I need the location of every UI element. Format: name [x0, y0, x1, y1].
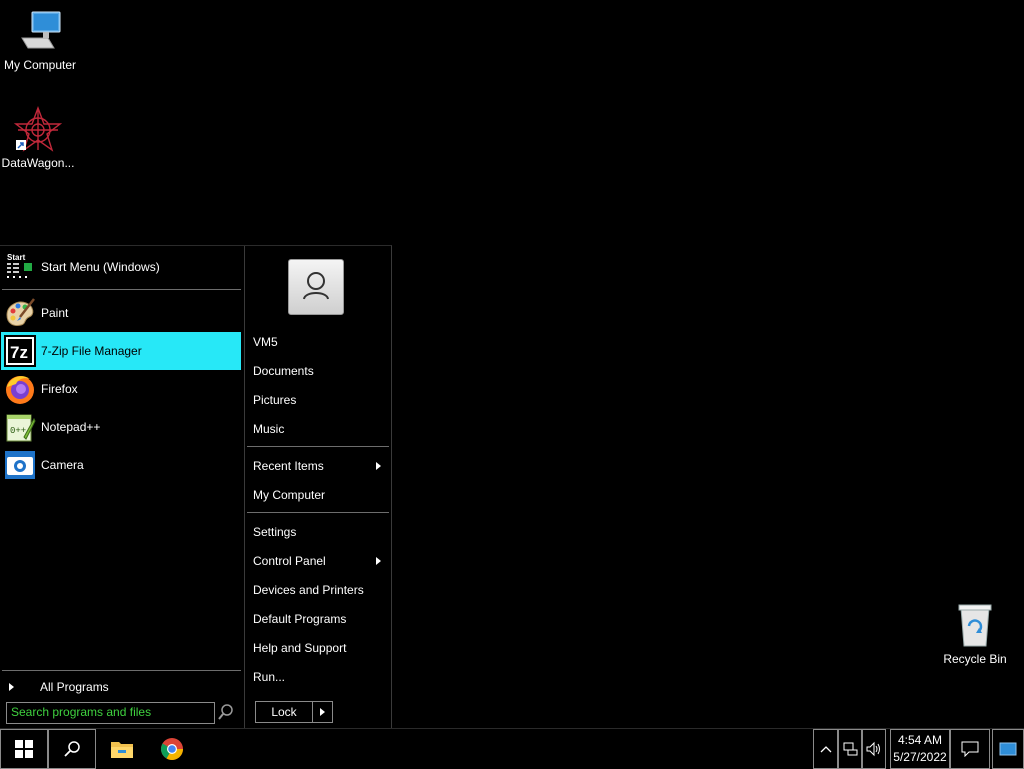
svg-text:0++: 0++	[10, 426, 26, 436]
7zip-icon: 7z	[4, 335, 36, 367]
control-panel-label: Control Panel	[253, 554, 326, 568]
program-label: Notepad++	[41, 420, 101, 434]
camera-icon	[4, 449, 36, 481]
shutdown-options-button[interactable]	[313, 702, 332, 722]
show-desktop-icon	[999, 742, 1017, 756]
separator	[247, 446, 389, 447]
chevron-right-icon	[320, 708, 325, 716]
separator	[2, 289, 241, 290]
places-item-recent-items[interactable]: Recent Items	[253, 455, 385, 477]
program-item-7zip[interactable]: 7z 7-Zip File Manager	[1, 332, 241, 370]
lock-button-group: Lock	[255, 701, 333, 723]
start-menu-icon: Start	[4, 251, 36, 283]
clock-button[interactable]: 4:54 AM 5/27/2022	[890, 729, 950, 769]
user-avatar-icon[interactable]	[288, 259, 344, 315]
separator	[247, 512, 389, 513]
lock-button[interactable]: Lock	[256, 702, 313, 722]
volume-tray-button[interactable]	[862, 729, 886, 769]
places-item-music[interactable]: Music	[253, 418, 385, 440]
recent-items-label: Recent Items	[253, 459, 324, 473]
start-menu-icon-text: Start	[7, 253, 26, 262]
recycle-bin-icon	[951, 602, 999, 650]
program-item-firefox[interactable]: Firefox	[1, 370, 241, 408]
start-menu-header[interactable]: Start Start Menu (Windows)	[1, 248, 241, 286]
program-item-paint[interactable]: Paint	[1, 294, 241, 332]
network-tray-button[interactable]	[838, 729, 862, 769]
program-label: Camera	[41, 458, 84, 472]
program-label: Firefox	[41, 382, 78, 396]
datawagon-shortcut-icon	[13, 106, 63, 154]
taskbar-chrome[interactable]	[148, 729, 196, 769]
chevron-up-icon	[820, 746, 831, 753]
show-hidden-icons-button[interactable]	[813, 729, 838, 769]
taskbar: 4:54 AM 5/27/2022	[0, 728, 1024, 769]
start-menu-header-label: Start Menu (Windows)	[41, 260, 160, 274]
search-icon[interactable]	[217, 703, 235, 721]
separator	[2, 670, 241, 671]
taskbar-file-explorer[interactable]	[98, 729, 146, 769]
desktop-icon-datawagon[interactable]: DataWagon...	[0, 106, 78, 170]
paint-icon	[4, 297, 36, 329]
places-item-help-support[interactable]: Help and Support	[253, 637, 385, 659]
computer-icon	[16, 8, 64, 56]
chrome-icon	[161, 738, 183, 760]
program-item-notepadpp[interactable]: 0++ Notepad++	[1, 408, 241, 446]
places-item-documents[interactable]: Documents	[253, 360, 385, 382]
clock-time: 4:54 AM	[897, 733, 943, 747]
places-item-my-computer[interactable]: My Computer	[253, 484, 385, 506]
notification-icon	[961, 741, 979, 757]
notepadpp-icon: 0++	[4, 411, 36, 443]
places-item-default-programs[interactable]: Default Programs	[253, 608, 385, 630]
folder-icon	[111, 742, 133, 758]
desktop-icon-recycle-bin[interactable]: Recycle Bin	[935, 602, 1015, 666]
chevron-right-icon	[9, 683, 14, 691]
firefox-icon	[4, 373, 36, 405]
show-desktop-button[interactable]	[992, 729, 1024, 769]
clock-date: 5/27/2022	[893, 750, 947, 764]
program-label: 7-Zip File Manager	[41, 344, 142, 358]
places-item-pictures[interactable]: Pictures	[253, 389, 385, 411]
program-label: Paint	[41, 306, 69, 320]
places-item-run[interactable]: Run...	[253, 666, 385, 688]
all-programs-label: All Programs	[40, 680, 109, 694]
search-box[interactable]	[6, 702, 215, 724]
start-menu-places-pane: VM5 Documents Pictures Music Recent Item…	[244, 246, 392, 729]
desktop-icon-my-computer[interactable]: My Computer	[0, 8, 80, 72]
chevron-right-icon	[376, 557, 381, 565]
places-item-control-panel[interactable]: Control Panel	[253, 550, 385, 572]
desktop-icon-label: My Computer	[3, 58, 77, 72]
places-item-vm5[interactable]: VM5	[253, 331, 385, 353]
start-menu: Start Start Menu (Windows) Paint 7z 7-Zi…	[0, 245, 392, 729]
windows-logo-icon	[15, 740, 33, 758]
action-center-button[interactable]	[950, 729, 990, 769]
network-icon	[843, 742, 858, 756]
search-icon	[64, 741, 80, 757]
desktop-icon-label: DataWagon...	[1, 156, 75, 170]
places-item-devices-printers[interactable]: Devices and Printers	[253, 579, 385, 601]
search-button[interactable]	[48, 729, 96, 769]
volume-icon	[866, 741, 880, 757]
program-item-camera[interactable]: Camera	[1, 446, 241, 484]
places-item-settings[interactable]: Settings	[253, 521, 385, 543]
7zip-icon-text: 7z	[10, 343, 28, 362]
chevron-right-icon	[376, 462, 381, 470]
start-menu-programs-pane: Start Start Menu (Windows) Paint 7z 7-Zi…	[0, 246, 242, 729]
search-input[interactable]	[7, 703, 211, 721]
desktop-icon-label: Recycle Bin	[943, 652, 1007, 666]
start-button[interactable]	[0, 729, 48, 769]
all-programs-button[interactable]: All Programs	[1, 676, 241, 698]
